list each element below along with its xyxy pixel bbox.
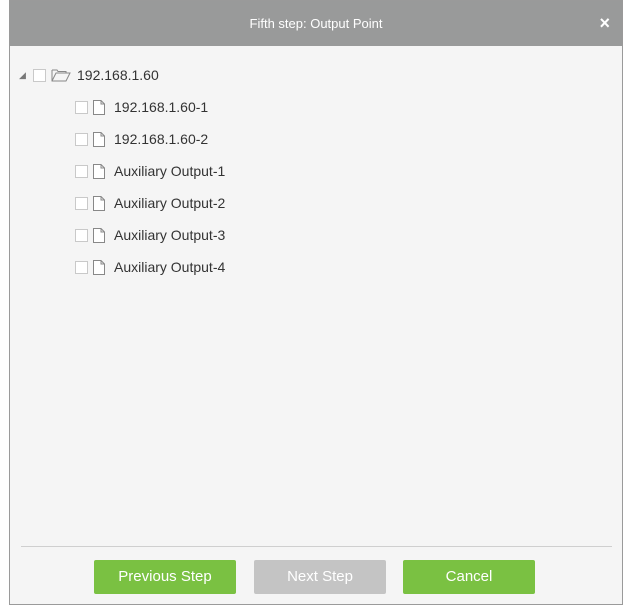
tree-node-output[interactable]: 192.168.1.60-2 xyxy=(75,129,208,149)
tree-node-label: Auxiliary Output-3 xyxy=(114,227,226,243)
tree-node-output[interactable]: Auxiliary Output-2 xyxy=(75,193,225,213)
file-icon xyxy=(93,227,105,243)
cancel-button[interactable]: Cancel xyxy=(403,560,535,594)
tree-node-output[interactable]: Auxiliary Output-4 xyxy=(75,257,225,277)
file-icon xyxy=(93,163,105,179)
tree-node-root[interactable]: ◢ 192.168.1.60 xyxy=(19,65,159,85)
tree-node-label: Auxiliary Output-4 xyxy=(114,259,226,275)
tree-node-output[interactable]: Auxiliary Output-1 xyxy=(75,161,225,181)
dialog-title: Fifth step: Output Point xyxy=(249,16,383,31)
tree-node-checkbox[interactable] xyxy=(75,100,88,114)
tree-node-checkbox[interactable] xyxy=(75,132,88,146)
tree-node-label: 192.168.1.60-2 xyxy=(114,131,209,147)
tree-node-checkbox[interactable] xyxy=(33,68,46,82)
file-icon xyxy=(93,131,105,147)
tree-node-label: Auxiliary Output-2 xyxy=(114,195,226,211)
previous-step-button[interactable]: Previous Step xyxy=(94,560,236,594)
next-step-button[interactable]: Next Step xyxy=(254,560,386,594)
tree-node-label: 192.168.1.60-1 xyxy=(114,99,209,115)
footer-divider xyxy=(21,546,612,547)
tree-node-checkbox[interactable] xyxy=(75,164,88,178)
file-icon xyxy=(93,195,105,211)
file-icon xyxy=(93,259,105,275)
tree-node-checkbox[interactable] xyxy=(75,228,88,242)
tree-node-checkbox[interactable] xyxy=(75,260,88,274)
tree-node-output[interactable]: Auxiliary Output-3 xyxy=(75,225,225,245)
tree-node-output[interactable]: 192.168.1.60-1 xyxy=(75,97,208,117)
file-icon xyxy=(93,99,105,115)
tree-node-label: Auxiliary Output-1 xyxy=(114,163,226,179)
collapse-toggle-icon[interactable]: ◢ xyxy=(19,70,29,81)
folder-open-icon xyxy=(51,68,71,82)
tree-node-checkbox[interactable] xyxy=(75,196,88,210)
tree-node-label: 192.168.1.60 xyxy=(77,67,159,83)
output-point-dialog: Fifth step: Output Point × ◢ 192.168.1.6… xyxy=(9,0,623,605)
dialog-titlebar: Fifth step: Output Point × xyxy=(10,1,622,46)
close-icon[interactable]: × xyxy=(599,1,610,46)
